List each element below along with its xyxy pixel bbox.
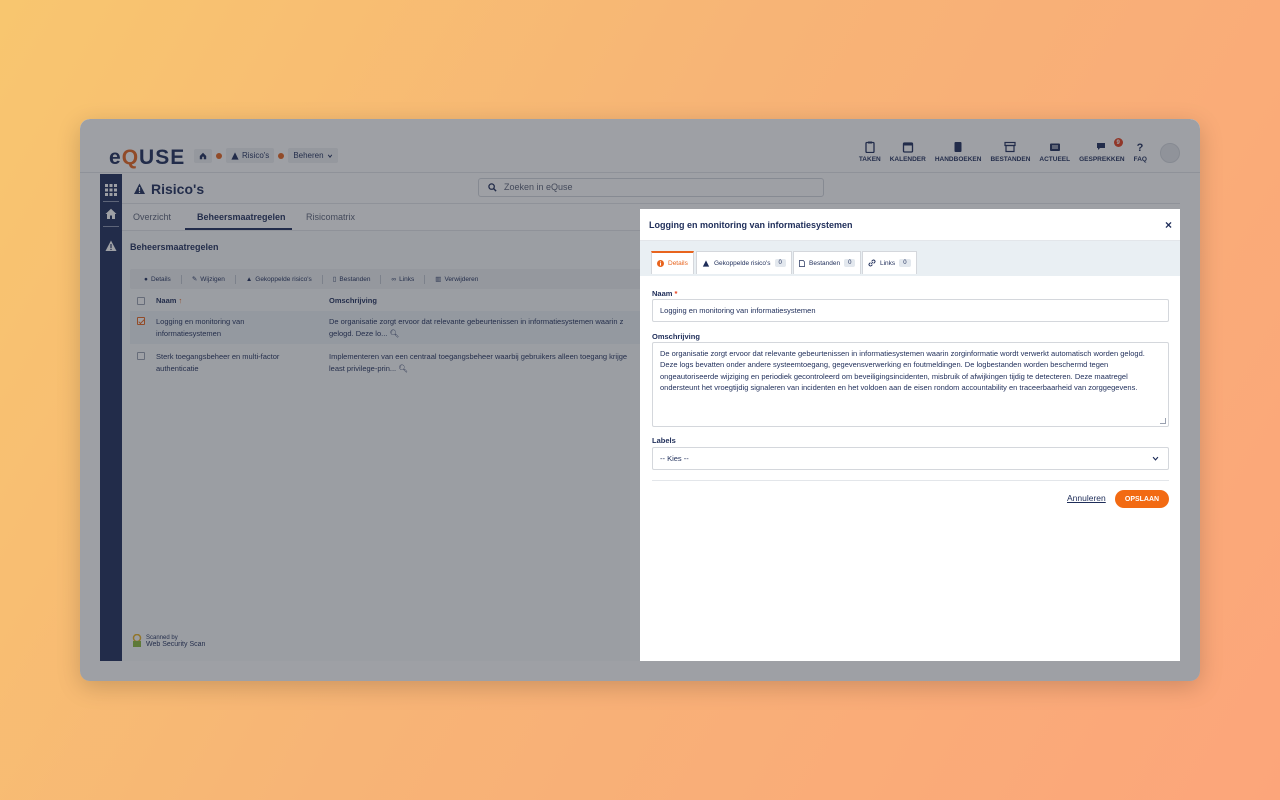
cancel-button[interactable]: Annuleren [1067,493,1106,503]
info-icon [657,260,664,267]
labels-label: Labels [652,436,676,445]
count-badge: 0 [899,259,911,267]
app-window: eQUSE Risico's Beheren TAKEN KALENDER HA… [80,119,1200,681]
count-badge: 0 [774,259,786,267]
file-icon [799,259,805,267]
modal-tab-links[interactable]: Links 0 [862,251,917,274]
labels-select[interactable]: -- Kies -- [652,447,1169,470]
naam-input[interactable]: Logging en monitoring van informatiesyst… [652,299,1169,322]
naam-label: Naam * [652,289,678,298]
save-button[interactable]: OPSLAAN [1115,490,1169,508]
modal-tab-details[interactable]: Details [651,251,694,274]
edit-modal: Logging en monitoring van informatiesyst… [640,209,1180,661]
modal-title: Logging en monitoring van informatiesyst… [649,220,853,230]
warning-icon [702,259,710,267]
omschrijving-textarea[interactable]: De organisatie zorgt ervoor dat relevant… [652,342,1169,427]
resize-handle[interactable] [1160,418,1166,424]
modal-tabbar: Details Gekoppelde risico's 0 Bestanden … [640,241,1180,276]
modal-tab-bestanden[interactable]: Bestanden 0 [793,251,862,274]
link-icon [868,259,876,267]
modal-header: Logging en monitoring van informatiesyst… [640,209,1180,241]
modal-divider [652,480,1169,481]
modal-tab-gekoppelde-risicos[interactable]: Gekoppelde risico's 0 [696,251,792,274]
omschrijving-label: Omschrijving [652,332,700,341]
close-icon[interactable]: × [1165,218,1172,232]
count-badge: 0 [844,259,856,267]
chevron-down-icon [1152,456,1159,461]
